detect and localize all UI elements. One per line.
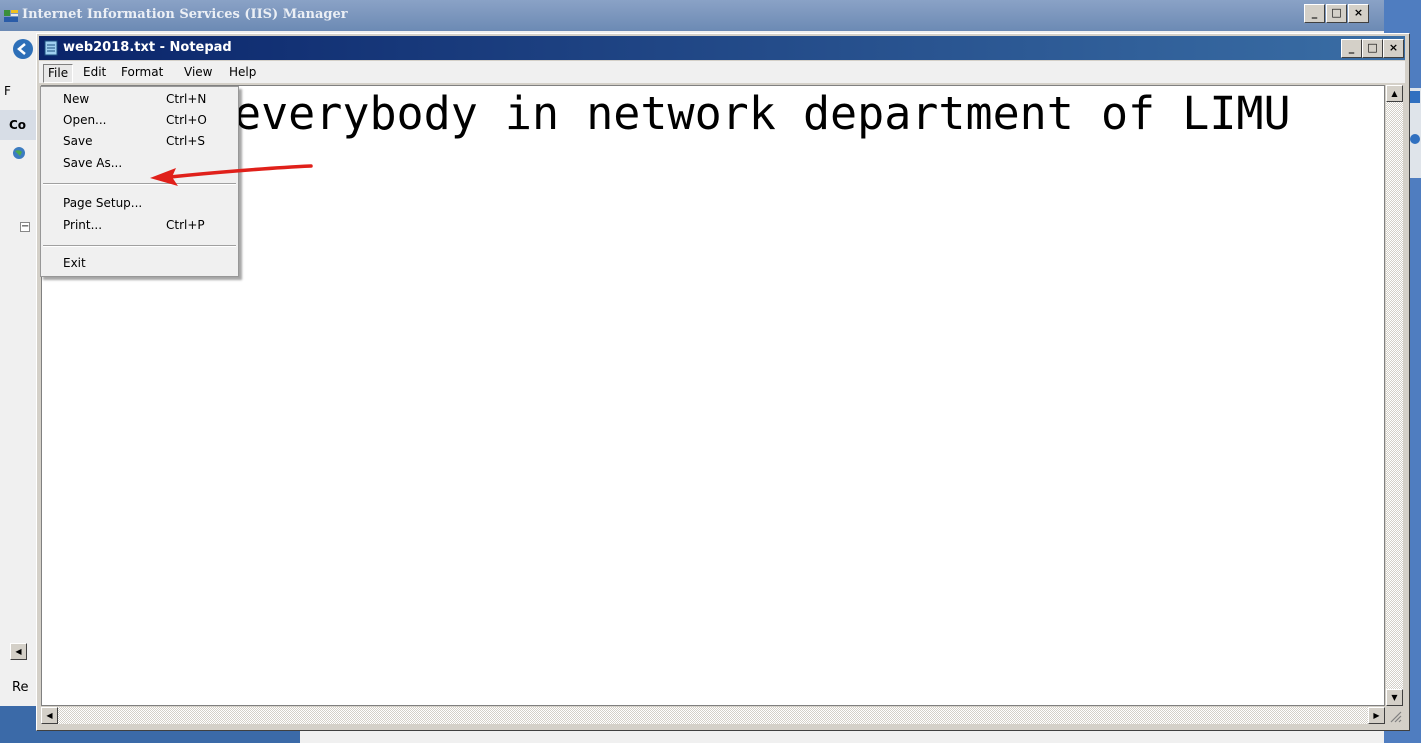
resize-grip-icon	[1390, 711, 1402, 723]
menu-format[interactable]: Format	[117, 64, 167, 81]
notepad-window: web2018.txt - Notepad _ □ × File Edit Fo…	[36, 33, 1410, 731]
notepad-maximize-button[interactable]: □	[1362, 39, 1383, 58]
menu-file[interactable]: File	[43, 64, 74, 83]
file-menu-open-shortcut: Ctrl+O	[166, 113, 207, 127]
iis-close-button[interactable]: ×	[1348, 4, 1369, 23]
notepad-menubar: File Edit Format View Help	[39, 61, 1405, 83]
file-menu-open-label: Open...	[63, 113, 107, 127]
scroll-left-button[interactable]: ◀	[41, 707, 58, 724]
file-menu-exit-label: Exit	[63, 256, 86, 270]
notepad-titlebar[interactable]: web2018.txt - Notepad _ □ ×	[39, 36, 1405, 60]
help-icon[interactable]	[1409, 132, 1421, 146]
iis-scroll-left-button[interactable]: ◀	[10, 643, 27, 660]
file-menu-new[interactable]: New Ctrl+N	[41, 90, 238, 111]
resize-grip[interactable]	[1386, 707, 1403, 724]
iis-app-icon	[4, 10, 18, 22]
notepad-close-button[interactable]: ×	[1383, 39, 1404, 58]
scroll-down-button[interactable]: ▼	[1386, 689, 1403, 706]
file-menu-save-as-label: Save As...	[63, 156, 123, 170]
file-menu-print-shortcut: Ctrl+P	[166, 218, 205, 232]
iis-right-toolbar-icon[interactable]	[1409, 90, 1421, 104]
scroll-up-button[interactable]: ▲	[1386, 85, 1403, 102]
iis-titlebar: Internet Information Services (IIS) Mana…	[0, 0, 1384, 31]
iis-partial-status-label: Re	[12, 680, 29, 695]
file-menu-print[interactable]: Print... Ctrl+P	[41, 216, 238, 237]
globe-icon	[13, 147, 25, 159]
tree-collapse-icon[interactable]: −	[20, 222, 30, 232]
file-menu-open[interactable]: Open... Ctrl+O	[41, 111, 238, 132]
iis-back-icon[interactable]	[12, 38, 34, 60]
iis-window-title: Internet Information Services (IIS) Mana…	[22, 7, 348, 22]
iis-connections-label: Co	[9, 118, 27, 132]
scroll-right-button[interactable]: ▶	[1368, 707, 1385, 724]
vertical-scrollbar[interactable]: ▲ ▼	[1386, 85, 1403, 706]
file-menu-save-label: Save	[63, 134, 93, 148]
file-menu-exit[interactable]: Exit	[41, 254, 238, 275]
menu-separator	[43, 245, 236, 247]
file-menu-save-shortcut: Ctrl+S	[166, 134, 206, 148]
file-menu-new-shortcut: Ctrl+N	[166, 92, 207, 106]
menu-view[interactable]: View	[180, 64, 216, 81]
menu-help[interactable]: Help	[225, 64, 260, 81]
file-menu-print-label: Print...	[63, 218, 103, 232]
file-menu-save[interactable]: Save Ctrl+S	[41, 132, 238, 153]
file-menu-page-setup-label: Page Setup...	[63, 196, 143, 210]
iis-maximize-button[interactable]: □	[1326, 4, 1347, 23]
menu-edit[interactable]: Edit	[79, 64, 110, 81]
horizontal-scrollbar[interactable]: ◀ ▶	[41, 707, 1385, 724]
red-arrow-icon	[150, 164, 313, 186]
notepad-window-title: web2018.txt - Notepad	[63, 40, 232, 55]
file-menu-new-label: New	[63, 92, 90, 106]
notepad-icon	[44, 40, 58, 56]
file-menu-page-setup[interactable]: Page Setup...	[41, 194, 238, 215]
iis-minimize-button[interactable]: _	[1304, 4, 1325, 23]
iis-partial-menu-label: F	[4, 84, 11, 98]
notepad-content: everybody in network department of LIMU	[234, 87, 1291, 140]
notepad-minimize-button[interactable]: _	[1341, 39, 1362, 58]
iis-connections-header: Co	[0, 110, 36, 140]
